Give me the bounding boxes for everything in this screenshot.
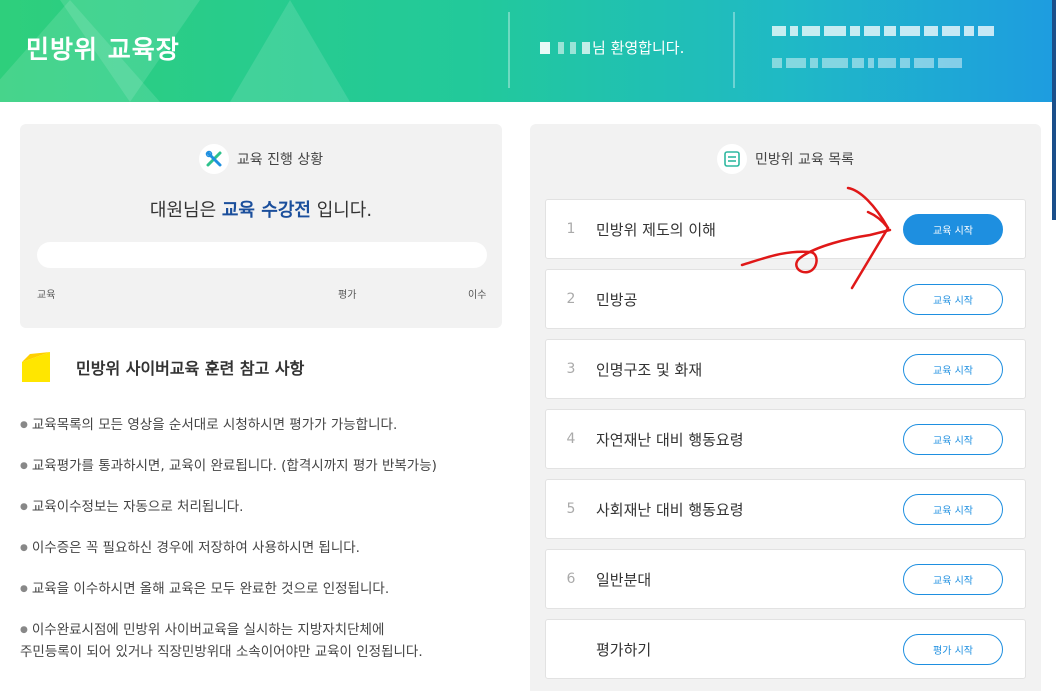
course-number: 1 <box>566 221 576 237</box>
course-number: 3 <box>566 361 576 377</box>
course-number: 5 <box>566 501 576 517</box>
start-course-button[interactable]: 교육 시작 <box>903 493 1003 525</box>
start-course-button[interactable]: 교육 시작 <box>903 353 1003 385</box>
course-item-6: 6 일반분대 교육 시작 <box>545 549 1026 609</box>
course-item-3: 3 인명구조 및 화재 교육 시작 <box>545 339 1026 399</box>
redacted-name <box>582 41 590 54</box>
progress-bar <box>37 242 487 268</box>
welcome-message: 님 환영합니다. <box>540 37 684 58</box>
site-title[interactable]: 민방위 교육장 <box>26 30 180 66</box>
start-course-button[interactable]: 교육 시작 <box>903 213 1003 245</box>
start-course-button[interactable]: 교육 시작 <box>903 563 1003 595</box>
progress-heading: 교육 진행 상황 <box>20 144 502 174</box>
header-divider <box>733 12 735 88</box>
course-list-heading-label: 민방위 교육 목록 <box>754 152 855 168</box>
course-name: 평가하기 <box>596 640 652 659</box>
course-name: 사회재난 대비 행동요령 <box>596 500 744 519</box>
redacted-info <box>772 58 962 68</box>
redacted-info <box>772 26 994 36</box>
note-item: ● 교육목록의 모든 영상을 순서대로 시청하시면 평가가 가능합니다. <box>20 417 398 433</box>
course-name: 민방공 <box>596 290 638 309</box>
stage-label-evaluation: 평가 <box>338 290 357 301</box>
redacted-name <box>570 41 576 54</box>
course-item-5: 5 사회재난 대비 행동요령 교육 시작 <box>545 479 1026 539</box>
reference-heading: 민방위 사이버교육 훈련 참고 사항 <box>20 350 304 384</box>
progress-status: 대원님은 교육 수강전 입니다. <box>20 196 502 222</box>
sticky-note-icon <box>20 350 52 384</box>
redacted-name <box>558 41 564 54</box>
note-item: ● 이수완료시점에 민방위 사이버교육을 실시하는 지방자치단체에 주민등록이 되… <box>20 622 423 660</box>
header-decoration <box>230 0 350 102</box>
course-list-heading: 민방위 교육 목록 <box>530 144 1041 174</box>
course-item-4: 4 자연재난 대비 행동요령 교육 시작 <box>545 409 1026 469</box>
course-name: 일반분대 <box>596 570 652 589</box>
status-prefix: 대원님은 <box>149 200 217 221</box>
progress-heading-label: 교육 진행 상황 <box>236 152 324 168</box>
progress-card: 교육 진행 상황 대원님은 교육 수강전 입니다. 교육 평가 이수 <box>20 124 502 328</box>
course-name: 인명구조 및 화재 <box>596 360 703 379</box>
course-number: 6 <box>566 571 576 587</box>
note-item: ● 교육을 이수하시면 올해 교육은 모두 완료한 것으로 인정됩니다. <box>20 581 390 597</box>
status-highlight: 교육 수강전 <box>221 200 311 221</box>
stage-label-completion: 이수 <box>468 290 487 301</box>
start-course-button[interactable]: 교육 시작 <box>903 283 1003 315</box>
note-item: ● 교육이수정보는 자동으로 처리됩니다. <box>20 499 244 515</box>
stage-label-education: 교육 <box>37 290 56 301</box>
tools-icon <box>198 144 229 174</box>
course-number: 4 <box>566 431 576 447</box>
status-suffix: 입니다. <box>316 200 373 221</box>
note-item: ● 교육평가를 통과하시면, 교육이 완료됩니다. (합격시까지 평가 반복가능) <box>20 458 437 474</box>
course-item-2: 2 민방공 교육 시작 <box>545 269 1026 329</box>
course-item-evaluation: 평가하기 평가 시작 <box>545 619 1026 679</box>
reference-notes: ● 교육목록의 모든 영상을 순서대로 시청하시면 평가가 가능합니다. ● 교육평… <box>20 414 510 682</box>
document-list-icon <box>716 144 747 174</box>
course-list-card: 민방위 교육 목록 1 민방위 제도의 이해 교육 시작 2 민방공 교육 시작… <box>530 124 1041 691</box>
reference-title: 민방위 사이버교육 훈련 참고 사항 <box>76 359 305 378</box>
note-item: ● 이수증은 꼭 필요하신 경우에 저장하여 사용하시면 됩니다. <box>20 540 360 556</box>
course-number: 2 <box>566 291 576 307</box>
start-course-button[interactable]: 교육 시작 <box>903 423 1003 455</box>
course-name: 자연재난 대비 행동요령 <box>596 430 744 449</box>
redacted-name <box>540 41 550 54</box>
header-divider <box>508 12 510 88</box>
course-name: 민방위 제도의 이해 <box>596 220 716 239</box>
welcome-text: 님 환영합니다. <box>592 39 685 57</box>
scrollbar-edge[interactable] <box>1052 0 1056 220</box>
start-evaluation-button[interactable]: 평가 시작 <box>903 633 1003 665</box>
course-item-1: 1 민방위 제도의 이해 교육 시작 <box>545 199 1026 259</box>
header: 민방위 교육장 님 환영합니다. <box>0 0 1056 102</box>
